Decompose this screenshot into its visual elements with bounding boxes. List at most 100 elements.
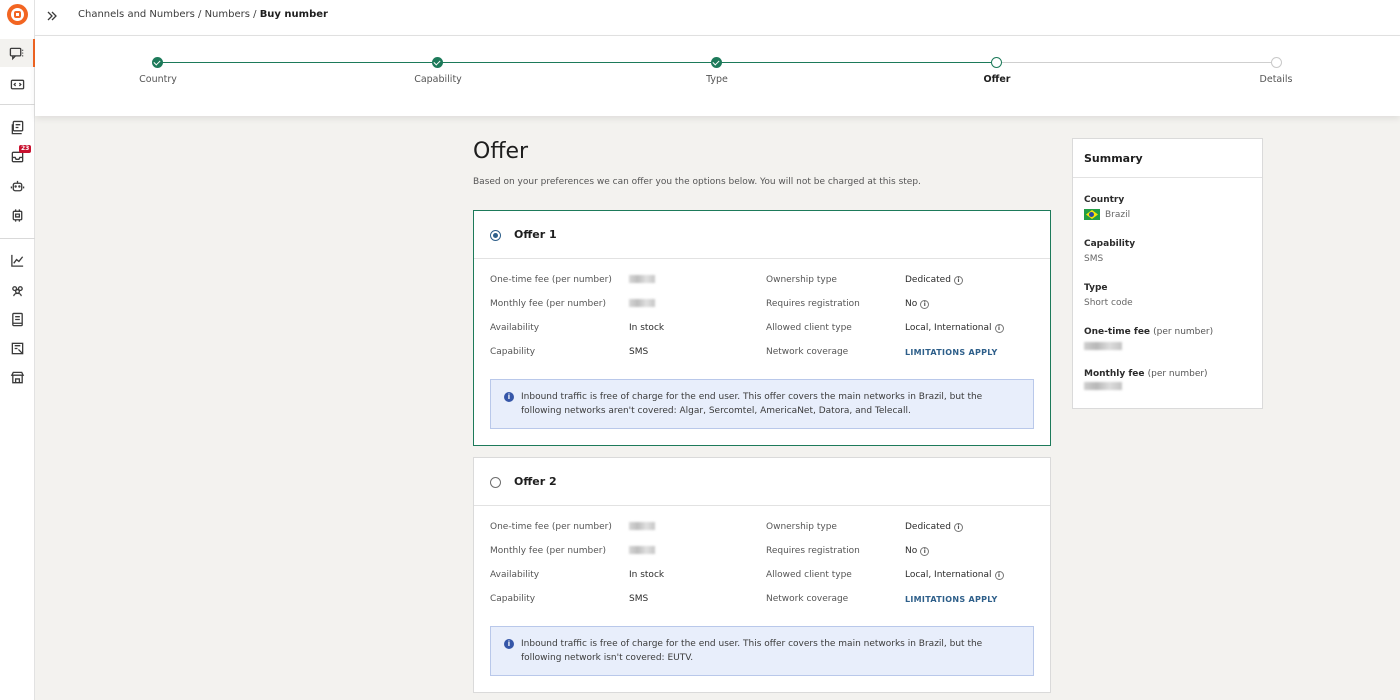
requires-registration-text: No xyxy=(905,299,918,309)
summary-capability-label: Capability xyxy=(1084,239,1136,249)
step-details-label: Details xyxy=(1259,74,1293,85)
monthly-fee-label: Monthly fee (per number) xyxy=(490,546,606,556)
limitations-apply-link[interactable]: LIMITATIONS APPLY xyxy=(905,595,998,604)
summary-one-time-fee-value-redacted xyxy=(1084,342,1122,350)
availability-label: Availability xyxy=(490,570,540,580)
monthly-fee-value-redacted xyxy=(629,299,655,307)
inbox-icon[interactable]: 23 xyxy=(0,142,35,170)
summary-one-time-fee-suffix: (per number) xyxy=(1153,327,1214,337)
coverage-notice-text: Inbound traffic is free of charge for th… xyxy=(521,392,983,416)
info-filled-icon: i xyxy=(504,392,514,402)
offer-2-radio[interactable] xyxy=(490,477,501,488)
requires-registration-value: No i xyxy=(905,299,930,309)
offer-title: Offer 1 xyxy=(514,228,557,241)
network-coverage-label: Network coverage xyxy=(766,594,849,604)
ownership-type-text: Dedicated xyxy=(905,522,951,532)
documentation-book-icon[interactable] xyxy=(0,305,35,333)
brazil-flag-icon xyxy=(1084,209,1100,220)
brand-logo-icon[interactable] xyxy=(7,4,28,25)
inbox-badge: 23 xyxy=(19,145,32,153)
info-icon[interactable]: i xyxy=(920,299,930,309)
allowed-client-type-value: Local, International i xyxy=(905,323,1004,333)
rail-divider xyxy=(0,104,35,105)
summary-monthly-fee-value-redacted xyxy=(1084,382,1122,390)
offer-card-1[interactable]: Offer 1 One-time fee (per number) Monthl… xyxy=(473,210,1051,446)
left-nav-rail: 23 xyxy=(0,0,35,700)
marketplace-store-icon[interactable] xyxy=(0,363,35,391)
capability-label: Capability xyxy=(490,347,536,357)
allowed-client-type-text: Local, International xyxy=(905,323,992,333)
summary-country-text: Brazil xyxy=(1105,209,1131,220)
offer-details: One-time fee (per number) Monthly fee (p… xyxy=(474,259,1050,445)
breadcrumb-current: Buy number xyxy=(259,9,328,20)
reports-icon[interactable] xyxy=(0,334,35,362)
one-time-fee-label: One-time fee (per number) xyxy=(490,275,612,285)
stepper-line-pending xyxy=(997,62,1276,63)
people-icon[interactable] xyxy=(0,276,35,304)
page-subtitle: Based on your preferences we can offer y… xyxy=(473,177,921,187)
info-icon[interactable]: i xyxy=(994,570,1004,580)
offer-card-header[interactable]: Offer 1 xyxy=(474,211,1050,259)
breadcrumb: Channels and Numbers / Numbers / Buy num… xyxy=(78,9,328,20)
breadcrumb-item[interactable]: Channels and Numbers xyxy=(78,9,195,20)
allowed-client-type-text: Local, International xyxy=(905,570,992,580)
analytics-chart-icon[interactable] xyxy=(0,246,35,274)
summary-one-time-fee-label: One-time fee (per number) xyxy=(1084,327,1213,337)
offer-card-header[interactable]: Offer 2 xyxy=(474,458,1050,506)
requires-registration-label: Requires registration xyxy=(766,546,860,556)
offer-details: One-time fee (per number) Monthly fee (p… xyxy=(474,506,1050,692)
ownership-type-label: Ownership type xyxy=(766,522,837,532)
monthly-fee-value-redacted xyxy=(629,546,655,554)
limitations-apply-link[interactable]: LIMITATIONS APPLY xyxy=(905,348,998,357)
bot-icon[interactable] xyxy=(0,172,35,200)
info-icon[interactable]: i xyxy=(920,546,930,556)
offer-card-2[interactable]: Offer 2 One-time fee (per number) Monthl… xyxy=(473,457,1051,693)
allowed-client-type-value: Local, International i xyxy=(905,570,1004,580)
step-type-label: Type xyxy=(706,74,728,85)
coverage-notice: i Inbound traffic is free of charge for … xyxy=(490,626,1034,676)
step-capability-check-icon xyxy=(432,57,443,68)
summary-type-label: Type xyxy=(1084,283,1108,293)
progress-stepper: Country Capability Type Offer Details xyxy=(35,36,1400,116)
page-title: Offer xyxy=(473,139,529,164)
summary-country-value: Brazil xyxy=(1084,209,1130,220)
integrations-icon[interactable] xyxy=(0,201,35,229)
summary-capability-value: SMS xyxy=(1084,254,1104,264)
conversations-icon[interactable] xyxy=(0,113,35,141)
step-country-label: Country xyxy=(139,74,177,85)
allowed-client-type-label: Allowed client type xyxy=(766,323,852,333)
rail-divider xyxy=(0,238,35,239)
summary-panel: Summary Country Brazil Capability SMS Ty… xyxy=(1072,138,1263,409)
ownership-type-text: Dedicated xyxy=(905,275,951,285)
summary-type-value: Short code xyxy=(1084,298,1133,308)
monthly-fee-label: Monthly fee (per number) xyxy=(490,299,606,309)
stepper-line-complete xyxy=(158,62,997,63)
requires-registration-value: No i xyxy=(905,546,930,556)
step-offer-label: Offer xyxy=(983,74,1011,85)
offer-title: Offer 2 xyxy=(514,475,557,488)
ownership-type-value: Dedicated i xyxy=(905,275,963,285)
channels-chat-icon[interactable] xyxy=(0,39,35,67)
step-offer-current-icon xyxy=(991,57,1002,68)
step-type-check-icon xyxy=(711,57,722,68)
allowed-client-type-label: Allowed client type xyxy=(766,570,852,580)
one-time-fee-value-redacted xyxy=(629,522,655,530)
summary-title: Summary xyxy=(1073,139,1262,178)
summary-monthly-fee-text: Monthly fee xyxy=(1084,369,1145,379)
step-capability-label: Capability xyxy=(414,74,462,85)
info-icon[interactable]: i xyxy=(953,522,963,532)
offer-1-radio[interactable] xyxy=(490,230,501,241)
info-icon[interactable]: i xyxy=(953,275,963,285)
expand-sidebar-chevrons-icon[interactable] xyxy=(45,8,59,22)
summary-monthly-fee-suffix: (per number) xyxy=(1147,369,1208,379)
coverage-notice: i Inbound traffic is free of charge for … xyxy=(490,379,1034,429)
capability-value: SMS xyxy=(629,347,649,357)
ownership-type-value: Dedicated i xyxy=(905,522,963,532)
step-country-check-icon xyxy=(152,57,163,68)
summary-one-time-fee-text: One-time fee xyxy=(1084,327,1151,337)
developer-code-icon[interactable] xyxy=(0,70,35,98)
info-icon[interactable]: i xyxy=(994,323,1004,333)
top-bar: Channels and Numbers / Numbers / Buy num… xyxy=(35,0,1400,36)
breadcrumb-item[interactable]: Numbers xyxy=(205,9,250,20)
network-coverage-label: Network coverage xyxy=(766,347,849,357)
